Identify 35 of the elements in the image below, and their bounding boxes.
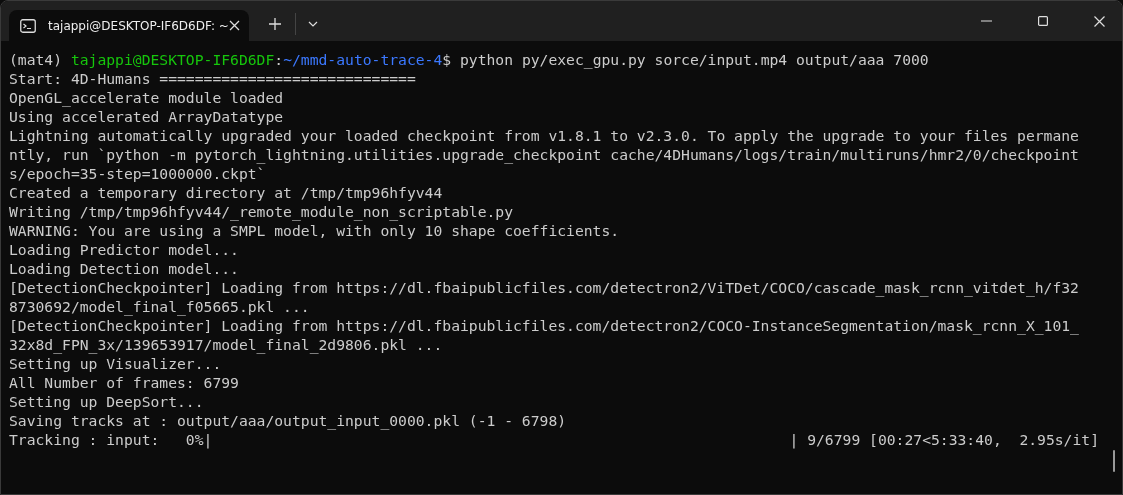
prompt-user-host: tajappi@DESKTOP-IF6D6DF bbox=[70, 50, 275, 69]
tab-title: tajappi@DESKTOP-IF6D6DF: ~ bbox=[48, 18, 229, 33]
terminal-tab[interactable]: tajappi@DESKTOP-IF6D6DF: ~ bbox=[9, 10, 249, 41]
dropdown-chevron-icon[interactable] bbox=[308, 20, 318, 27]
close-icon[interactable] bbox=[228, 20, 240, 31]
progress-label: Tracking : input: 0%| bbox=[9, 430, 213, 449]
conda-env: (mat4) bbox=[9, 50, 64, 69]
scrollbar[interactable] bbox=[1113, 450, 1115, 472]
terminal-icon bbox=[20, 18, 36, 33]
command-text: $ python py/exec_gpu.py sorce/input.mp4 output/aaa 7000 bbox=[442, 50, 929, 69]
output-line: OpenGL_accelerate module loaded bbox=[9, 88, 284, 107]
output-line: s/epoch=35-step=1000000.ckpt` bbox=[9, 164, 266, 183]
prompt-path: ~/mmd-auto-trace-4 bbox=[283, 50, 443, 69]
output-line: Setting up DeepSort... bbox=[9, 392, 204, 411]
output-line: [DetectionCheckpointer] Loading from https://dl.fbaipublicfiles.com/detectron2/COCO-InstanceSegmentation/mask_rcnn_X_101_ bbox=[9, 316, 1079, 335]
output-line: Using accelerated ArrayDatatype bbox=[9, 107, 284, 126]
output-line: Saving tracks at : output/aaa/output_input_0000.pkl (-1 - 6798) bbox=[9, 411, 567, 430]
output-line: WARNING: You are using a SMPL model, with only 10 shape coefficients. bbox=[9, 221, 620, 240]
maximize-icon[interactable] bbox=[1038, 16, 1048, 26]
output-line: 32x8d_FPN_3x/139653917/model_final_2d9806.pkl ... bbox=[9, 335, 443, 354]
output-line: [DetectionCheckpointer] Loading from https://dl.fbaipublicfiles.com/detectron2/ViTDet/COCO/cascade_mask_rcnn_vitdet_h/f32 bbox=[9, 278, 1079, 297]
output-line: ntly, run `python -m pytorch_lightning.utilities.upgrade_checkpoint cache/4DHumans/logs/train/multiruns/hmr2/0/checkpoint bbox=[9, 145, 1079, 164]
close-icon[interactable] bbox=[1094, 15, 1105, 27]
progress-stats: | 9/6799 [00:27<5:33:40, 2.95s/it] bbox=[789, 430, 1099, 449]
output-line: Writing /tmp/tmp96hfyv44/_remote_module_non_scriptable.py bbox=[9, 202, 514, 221]
output-line: 8730692/model_final_f05665.pkl ... bbox=[9, 297, 310, 316]
output-line: Setting up Visualizer... bbox=[9, 354, 222, 373]
output-line: Loading Predictor model... bbox=[9, 240, 239, 259]
output-line: All Number of frames: 6799 bbox=[9, 373, 239, 392]
output-line: Created a temporary directory at /tmp/tmp96hfyv44 bbox=[9, 183, 443, 202]
output-line: Start: 4D-Humans ============================= bbox=[9, 69, 416, 88]
output-line: Lightning automatically upgraded your loaded checkpoint from v1.8.1 to v2.3.0. To apply the upgrade to your files permane bbox=[9, 126, 1079, 145]
new-tab-icon[interactable] bbox=[269, 17, 281, 30]
output-line: Loading Detection model... bbox=[9, 259, 239, 278]
prompt-separator: : bbox=[274, 50, 284, 69]
